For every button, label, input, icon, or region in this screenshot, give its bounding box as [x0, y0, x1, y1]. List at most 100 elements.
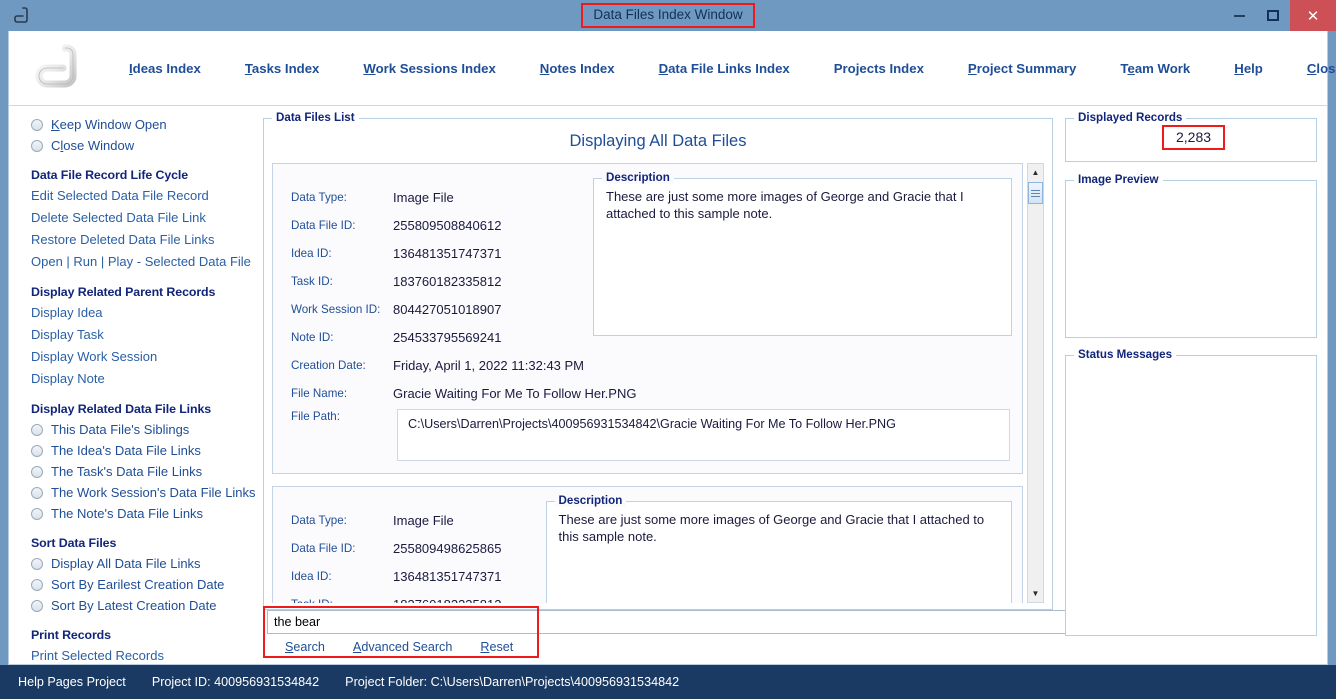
- sidebar-radio-label: The Idea's Data File Links: [51, 443, 201, 458]
- sidebar-heading-print-records: Print Records: [31, 628, 111, 642]
- close-icon: ✕: [1306, 7, 1320, 25]
- sidebar-radio-display-all-data-file-links[interactable]: Display All Data File Links: [9, 553, 257, 574]
- record-description-area: Description These are just some more ima…: [545, 487, 1022, 603]
- menu-item-close-program[interactable]: Close Program: [1285, 55, 1336, 82]
- reset-button[interactable]: Reset: [480, 640, 513, 654]
- sidebar-radio-keep-window-open[interactable]: Keep Window Open: [9, 114, 257, 135]
- menu-item-tasks-index[interactable]: Tasks Index: [223, 55, 342, 82]
- field-value: 136481351747371: [393, 246, 502, 261]
- status-project-folder-label: Project Folder:: [345, 675, 428, 689]
- menu-item-work-sessions-index[interactable]: Work Sessions Index: [341, 55, 517, 82]
- records-scrollbar[interactable]: ▲ ▼: [1027, 163, 1044, 603]
- field-label: Note ID:: [291, 331, 334, 344]
- sidebar-radio-the-work-sessions-data-file-links[interactable]: The Work Session's Data File Links: [9, 482, 257, 503]
- title-text-container: Data Files Index Window: [0, 0, 1336, 31]
- record-fields: Data Type: Image File Data File ID: 2558…: [273, 487, 546, 603]
- center-panel: Data Files List Displaying All Data File…: [257, 106, 1071, 664]
- data-files-list-heading: Displaying All Data Files: [569, 132, 747, 150]
- sidebar-link-restore-deleted-data-file-links[interactable]: Restore Deleted Data File Links: [9, 229, 257, 251]
- menu-item-ideas-index[interactable]: Ideas Index: [107, 55, 223, 82]
- description-groupbox: Description These are just some more ima…: [545, 494, 1012, 603]
- sidebar-link-display-idea[interactable]: Display Idea: [9, 302, 257, 324]
- status-messages-title: Status Messages: [1074, 348, 1177, 361]
- table-row[interactable]: Data Type: Image File Data File ID: 2558…: [272, 163, 1023, 474]
- sidebar-link-open-run-play-selected-data-file[interactable]: Open | Run | Play - Selected Data File: [9, 251, 257, 273]
- status-bar: Help Pages Project Project ID: 400956931…: [0, 665, 1336, 699]
- description-title: Description: [602, 171, 674, 184]
- field-label: Data File ID:: [291, 542, 356, 555]
- displayed-records-value: 2,283: [1161, 125, 1226, 150]
- status-project-id-label: Project ID:: [151, 675, 211, 689]
- radio-icon: [31, 507, 43, 520]
- field-value: Image File: [393, 513, 454, 528]
- sidebar: Keep Window Open Close Window Data File …: [9, 106, 257, 664]
- search-input[interactable]: [267, 610, 1071, 634]
- sidebar-link-display-work-session[interactable]: Display Work Session: [9, 346, 257, 368]
- search-actions: Search Advanced Search Reset: [285, 640, 513, 654]
- sidebar-radio-close-window[interactable]: Close Window: [9, 135, 257, 156]
- sidebar-radio-the-tasks-data-file-links[interactable]: The Task's Data File Links: [9, 461, 257, 482]
- sidebar-radio-label: The Task's Data File Links: [51, 464, 203, 479]
- sidebar-radio-this-data-files-siblings[interactable]: This Data File's Siblings: [9, 419, 257, 440]
- sidebar-radio-sort-by-earliest-creation-date[interactable]: Sort By Earilest Creation Date: [9, 574, 257, 595]
- window-controls: ✕: [1222, 0, 1336, 31]
- displayed-records-value-wrap: 2,283: [1161, 125, 1226, 150]
- menu-item-project-summary[interactable]: Project Summary: [946, 55, 1098, 82]
- sidebar-link-display-note[interactable]: Display Note: [9, 368, 257, 390]
- field-value: 254533795569241: [393, 330, 502, 345]
- record-field-note-id: Note ID: 254533795569241: [291, 330, 593, 346]
- record-field-data-file-id: Data File ID: 255809498625865: [291, 541, 546, 557]
- status-project-id: Project ID: 400956931534842: [152, 675, 319, 689]
- radio-icon: [31, 465, 43, 478]
- sidebar-link-display-task[interactable]: Display Task: [9, 324, 257, 346]
- data-files-list-title: Data Files List: [272, 111, 359, 124]
- sidebar-radio-sort-by-latest-creation-date[interactable]: Sort By Latest Creation Date: [9, 595, 257, 616]
- minimize-button[interactable]: [1222, 0, 1256, 31]
- description-title: Description: [554, 494, 627, 507]
- sidebar-radio-label: Display All Data File Links: [51, 556, 201, 571]
- client-area: Ideas Index Tasks Index Work Sessions In…: [8, 31, 1336, 665]
- search-button[interactable]: Search: [285, 640, 325, 654]
- scroll-down-button[interactable]: ▼: [1028, 585, 1043, 602]
- field-value: 183760182335812: [393, 597, 501, 603]
- field-label: Idea ID:: [291, 247, 332, 260]
- title-bar: Data Files Index Window ✕: [0, 0, 1336, 31]
- scrollbar-thumb[interactable]: [1028, 182, 1043, 204]
- sidebar-heading-related-data-file-links: Display Related Data File Links: [31, 402, 212, 416]
- minimize-icon: [1233, 14, 1245, 17]
- field-label: File Name:: [291, 387, 348, 400]
- close-button[interactable]: ✕: [1290, 0, 1336, 31]
- status-project-name: Help Pages Project: [18, 675, 126, 689]
- maximize-button[interactable]: [1256, 0, 1290, 31]
- scroll-up-button[interactable]: ▲: [1028, 164, 1043, 181]
- advanced-search-button[interactable]: Advanced Search: [353, 640, 452, 654]
- sidebar-link-delete-selected-data-file-link[interactable]: Delete Selected Data File Link: [9, 207, 257, 229]
- menu-item-help[interactable]: Help: [1212, 55, 1285, 82]
- image-preview-groupbox: Image Preview: [1065, 173, 1317, 338]
- menu-item-data-file-links-index[interactable]: Data File Links Index: [637, 55, 812, 82]
- sidebar-link-print-selected-records[interactable]: Print Selected Records: [9, 645, 257, 667]
- status-project-folder-value: C:\Users\Darren\Projects\400956931534842: [430, 675, 680, 689]
- record-field-task-id: Task ID: 183760182335812: [291, 274, 593, 290]
- sidebar-radio-label: Sort By Earilest Creation Date: [51, 577, 225, 592]
- record-field-data-type: Data Type: Image File: [291, 190, 593, 206]
- sidebar-radio-the-notes-data-file-links[interactable]: The Note's Data File Links: [9, 503, 257, 524]
- field-label: Task ID:: [291, 597, 393, 603]
- sidebar-radio-the-ideas-data-file-links[interactable]: The Idea's Data File Links: [9, 440, 257, 461]
- field-value: 255809508840612: [393, 218, 502, 233]
- table-row[interactable]: Data Type: Image File Data File ID: 2558…: [272, 486, 1023, 603]
- status-project-id-value: 400956931534842: [214, 675, 320, 689]
- sidebar-link-edit-selected-data-file-record[interactable]: Edit Selected Data File Record: [9, 185, 257, 207]
- menu-item-team-work[interactable]: Team Work: [1098, 55, 1212, 82]
- field-label: Data File ID:: [291, 219, 356, 232]
- field-label: Data Type:: [291, 514, 347, 527]
- menu-item-projects-index[interactable]: Projects Index: [812, 55, 946, 82]
- sidebar-radio-label: Sort By Latest Creation Date: [51, 598, 217, 613]
- menu-item-notes-index[interactable]: Notes Index: [518, 55, 637, 82]
- application-window: Data Files Index Window ✕ Ideas Index Ta…: [0, 0, 1336, 699]
- sidebar-heading-parent-records: Display Related Parent Records: [31, 285, 216, 299]
- radio-icon: [31, 557, 43, 570]
- field-value: 804427051018907: [393, 302, 502, 317]
- description-groupbox: Description These are just some more ima…: [593, 171, 1012, 336]
- record-file-path-row: File Path: C:\Users\Darren\Projects\4009…: [291, 409, 1010, 461]
